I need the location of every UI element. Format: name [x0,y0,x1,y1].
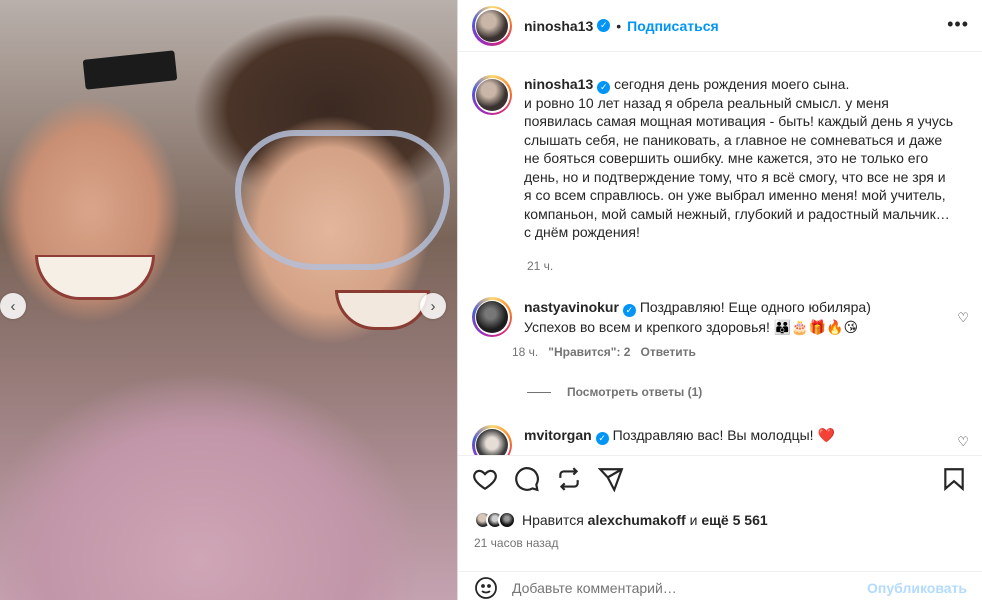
comment-body: nastyavinokur ✓ Поздравляю! Еще одного юб… [524,297,934,337]
comment-username[interactable]: mvitorgan [524,427,592,443]
view-replies-button[interactable]: Посмотреть ответы (1) [527,385,702,399]
caption-text-block: ninosha13 ✓ сегодня день рождения моего с… [524,75,954,242]
comment-body: mvitorgan ✓ Поздравляю вас! Вы молодцы! ❤… [524,425,934,455]
comment-item: nastyavinokur ✓ Поздравляю! Еще одного юб… [472,297,934,359]
caption-timestamp[interactable]: 21 ч. [527,259,553,273]
verified-icon: ✓ [622,303,636,317]
author-username[interactable]: ninosha13 [524,18,593,34]
caption-username[interactable]: ninosha13 [524,76,593,92]
commenter-avatar[interactable] [472,297,512,337]
commenter-avatar[interactable] [472,425,512,455]
post-caption: ninosha13 ✓ сегодня день рождения моего с… [472,75,954,242]
likes-prefix: Нравится [522,512,584,528]
more-options-icon[interactable]: ••• [947,14,969,35]
caption-avatar[interactable] [472,75,512,115]
post-actions: Нравится alexchumakoff и ещё 5 561 21 ча… [458,455,982,600]
chevron-left-icon: ‹ [10,297,16,315]
comment-item: mvitorgan ✓ Поздравляю вас! Вы молодцы! ❤… [472,425,934,455]
comment-like-heart-icon[interactable]: ♡ [957,310,969,326]
photo-decoration [35,255,155,300]
photo-decoration [235,130,450,270]
likes-count[interactable]: ещё 5 561 [701,512,767,528]
action-icons [472,466,624,492]
emoji-icon[interactable] [474,576,498,600]
follow-button[interactable]: Подписаться [627,18,719,34]
caption-text: сегодня день рождения моего сына. и ровн… [524,76,954,241]
view-replies-label: Посмотреть ответы (1) [567,385,703,399]
likes-user[interactable]: alexchumakoff [588,512,686,528]
add-comment-bar: Опубликовать [458,571,982,600]
post-header: ninosha13 ✓ • Подписаться ••• [458,0,982,52]
comment-timestamp[interactable]: 18 ч. [512,345,538,359]
verified-icon: ✓ [597,80,611,94]
comment-likes-count[interactable]: "Нравится": 2 [548,345,630,359]
comment-icon[interactable] [514,466,540,492]
likes-text: Нравится alexchumakoff и ещё 5 561 [522,512,768,528]
chevron-right-icon: › [430,297,436,315]
likes-and: и [689,512,698,528]
likes-summary[interactable]: Нравится alexchumakoff и ещё 5 561 [474,511,768,529]
post-side-panel: ninosha13 ✓ • Подписаться ••• ninosha13 ✓… [457,0,982,600]
carousel-prev-button[interactable]: ‹ [0,293,26,319]
repost-icon[interactable] [556,466,582,492]
liker-avatar [498,511,516,529]
share-icon[interactable] [598,466,624,492]
carousel-next-button[interactable]: › [420,293,446,319]
photo-decoration [82,50,178,90]
comment-text: Поздравляю вас! Вы молодцы! ❤️ [612,427,835,443]
post-photo[interactable]: ‹ › [0,0,457,600]
divider-line [527,391,551,393]
author-avatar[interactable] [472,5,512,46]
comment-meta: 18 ч. "Нравится": 2 Ответить [512,345,934,359]
comment-input[interactable] [512,579,868,596]
publish-button[interactable]: Опубликовать [867,580,967,596]
verified-icon: ✓ [597,19,611,32]
comment-like-heart-icon[interactable]: ♡ [957,434,969,450]
photo-decoration [335,290,430,330]
separator-dot: • [616,17,622,34]
post-dialog: ‹ › ninosha13 ✓ • Подписаться ••• ninosh… [0,0,982,600]
bookmark-icon[interactable] [941,466,967,492]
comment-username[interactable]: nastyavinokur [524,299,619,315]
post-timestamp[interactable]: 21 часов назад [474,536,558,550]
verified-icon: ✓ [595,431,609,445]
reply-button[interactable]: Ответить [640,345,695,359]
comments-scroll-area[interactable]: ninosha13 ✓ сегодня день рождения моего с… [458,53,982,455]
heart-icon[interactable] [472,466,498,492]
